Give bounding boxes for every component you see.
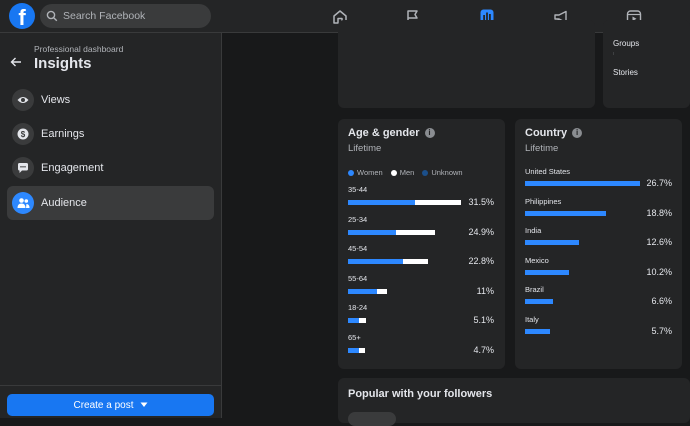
search-icon <box>46 10 58 22</box>
bar-women <box>348 259 403 264</box>
age-gender-title: Age & gender <box>348 127 420 139</box>
sidebar-item-engagement[interactable]: Engagement <box>7 151 214 185</box>
age-row-percent: 4.7% <box>473 344 494 355</box>
sidebar-item-label: Views <box>41 94 71 106</box>
country-row-label: Mexico <box>525 255 549 265</box>
top-right-card: Groups Stories <box>603 20 690 108</box>
people-icon <box>12 192 34 214</box>
section-label: Professional dashboard <box>34 44 124 54</box>
age-row-label: 18-24 <box>348 303 368 312</box>
country-row-label: India <box>525 226 542 236</box>
country-row-label: United States <box>525 167 571 176</box>
country-row-label: Italy <box>525 315 539 324</box>
top-card <box>338 20 595 108</box>
bar-men <box>396 229 435 235</box>
chat-icon <box>12 157 34 179</box>
legend-unknown: Unknown <box>422 168 463 177</box>
popular-card: Popular with your followers <box>338 378 690 426</box>
sidebar-item-label: Engagement <box>41 162 104 174</box>
country-row-percent: 6.6% <box>651 296 672 307</box>
bar-country <box>525 269 569 275</box>
card-subtitle: Lifetime <box>525 143 559 154</box>
age-row-percent: 5.1% <box>473 315 494 325</box>
age-row-percent: 24.9% <box>468 226 494 237</box>
age-row-label: 55-64 <box>348 273 368 283</box>
info-icon[interactable]: i <box>572 128 583 139</box>
chart-legend: Women Men Unknown <box>348 168 463 177</box>
create-post-label: Create a post <box>73 399 134 411</box>
bar-men <box>377 288 387 294</box>
caret-down-icon <box>140 402 148 407</box>
country-row-percent: 18.8% <box>646 207 672 218</box>
country-row-percent: 5.7% <box>651 326 672 336</box>
bar-men <box>359 318 366 323</box>
dollar-icon: $ <box>12 123 34 145</box>
age-row-label: 45-54 <box>348 244 368 253</box>
create-post-button[interactable]: Create a post <box>7 394 214 416</box>
country-row-percent: 26.7% <box>646 178 672 188</box>
age-row-label: 35-44 <box>348 185 368 194</box>
bar-women <box>348 288 377 294</box>
card-title: Age & gender i <box>348 127 435 139</box>
sidebar-item-earnings[interactable]: $ Earnings <box>7 117 214 151</box>
back-button[interactable] <box>10 55 22 73</box>
bar-men <box>403 259 428 264</box>
country-row-label: Philippines <box>525 196 562 206</box>
bar-country <box>525 240 579 246</box>
card-title: Country i <box>525 127 583 139</box>
bar-women <box>348 229 396 235</box>
age-row-label: 65+ <box>348 332 361 342</box>
stories-label: Stories <box>613 68 638 77</box>
page-title: Insights <box>34 55 92 72</box>
age-row-percent: 22.8% <box>468 256 494 266</box>
card-subtitle: Lifetime <box>348 143 382 154</box>
info-icon[interactable]: i <box>424 128 435 139</box>
tick <box>613 52 614 55</box>
country-row-percent: 10.2% <box>646 266 672 277</box>
sidebar-item-audience[interactable]: Audience <box>7 186 214 220</box>
search-placeholder: Search Facebook <box>63 10 146 22</box>
country-row-percent: 12.6% <box>646 237 672 248</box>
bar-country <box>525 181 640 186</box>
svg-text:$: $ <box>21 130 26 139</box>
bar-country <box>525 210 606 216</box>
bar-women <box>348 200 415 205</box>
age-row-percent: 11% <box>476 285 494 296</box>
sidebar-item-label: Earnings <box>41 128 85 140</box>
sidebar-item-views[interactable]: Views <box>7 83 214 117</box>
age-row-percent: 31.5% <box>468 197 494 207</box>
facebook-logo[interactable]: f <box>9 3 35 29</box>
bar-country <box>525 329 550 334</box>
bar-women <box>348 347 359 353</box>
age-row-label: 25-34 <box>348 214 368 224</box>
country-title: Country <box>525 127 568 139</box>
country-row-label: Brazil <box>525 285 544 295</box>
divider <box>0 385 222 386</box>
groups-label: Groups <box>613 39 640 48</box>
arrow-left-icon <box>10 57 21 67</box>
legend-women: Women <box>348 168 383 177</box>
popular-item-pill[interactable] <box>348 412 396 426</box>
legend-men: Men <box>390 168 414 177</box>
popular-title: Popular with your followers <box>348 388 493 400</box>
bar-men <box>359 347 365 353</box>
search-input[interactable]: Search Facebook <box>40 4 211 28</box>
bar-women <box>348 318 359 323</box>
bar-country <box>525 299 553 305</box>
insights-sidebar: Professional dashboard Insights Views $ … <box>0 33 222 418</box>
eye-icon <box>12 89 34 111</box>
sidebar-item-label: Audience <box>41 197 87 209</box>
